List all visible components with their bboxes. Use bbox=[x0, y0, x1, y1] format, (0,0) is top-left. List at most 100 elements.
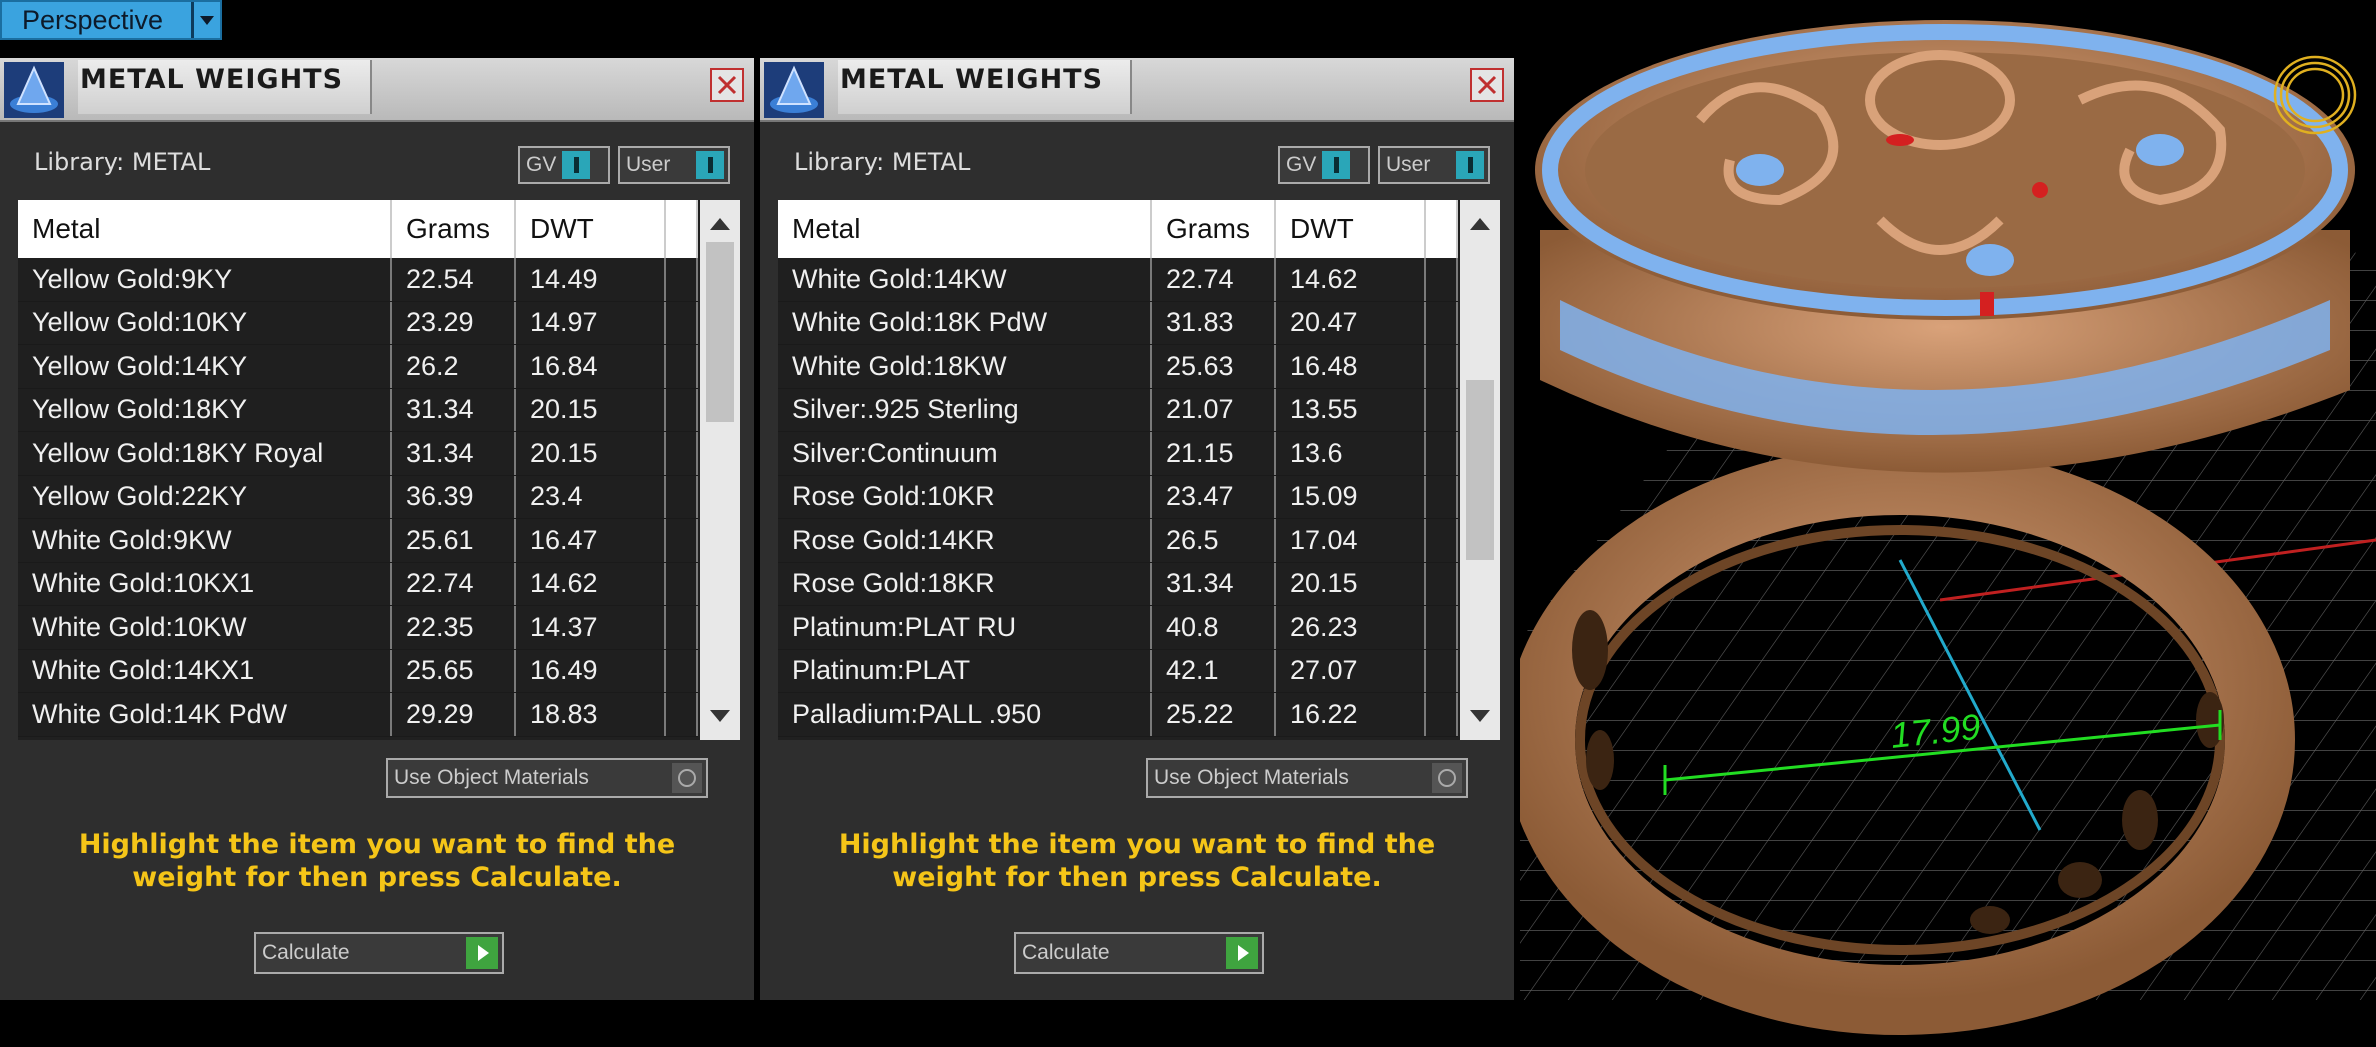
use-object-materials-toggle[interactable]: Use Object Materials bbox=[1146, 758, 1468, 798]
col-header-grams[interactable]: Grams bbox=[392, 200, 516, 258]
grams-cell: 25.22 bbox=[1152, 693, 1276, 736]
table-row[interactable]: Yellow Gold:18KY Royal 31.34 20.15 bbox=[18, 432, 698, 476]
table-row[interactable]: White Gold:10KW 22.35 14.37 bbox=[18, 606, 698, 650]
table-row[interactable]: Yellow Gold:14KY 26.2 16.84 bbox=[18, 345, 698, 389]
grams-cell: 26.2 bbox=[392, 345, 516, 388]
metal-cell: Platinum:PLAT bbox=[778, 649, 1152, 692]
table-body: White Gold:14KW 22.74 14.62 White Gold:18K … bbox=[778, 258, 1458, 737]
viewport-label-dropdown[interactable]: Perspective bbox=[0, 0, 222, 40]
dwt-cell: 16.22 bbox=[1276, 693, 1426, 736]
user-toggle[interactable]: User bbox=[1378, 146, 1490, 184]
grams-cell: 22.54 bbox=[392, 258, 516, 301]
toggle-switch-icon bbox=[562, 151, 591, 179]
grams-cell: 22.74 bbox=[392, 562, 516, 605]
panel-title: METAL WEIGHTS bbox=[78, 60, 372, 114]
metal-cell: Rose Gold:18KR bbox=[778, 562, 1152, 605]
metal-table[interactable]: Metal Grams DWT Yellow Gold:9KY 22.54 14.4… bbox=[18, 200, 740, 740]
grams-cell: 25.65 bbox=[392, 649, 516, 692]
metal-cell: Rose Gold:14KR bbox=[778, 519, 1152, 562]
user-toggle[interactable]: User bbox=[618, 146, 730, 184]
table-row[interactable]: White Gold:14KW 22.74 14.62 bbox=[778, 258, 1458, 302]
use-object-materials-label: Use Object Materials bbox=[394, 766, 589, 789]
dwt-cell: 18.83 bbox=[516, 693, 666, 736]
calculate-button[interactable]: Calculate bbox=[1014, 932, 1264, 974]
table-row[interactable]: Silver:.925 Sterling 21.07 13.55 bbox=[778, 388, 1458, 432]
table-row[interactable]: Yellow Gold:9KY 22.54 14.49 bbox=[18, 258, 698, 302]
dwt-cell: 13.55 bbox=[1276, 388, 1426, 431]
radio-icon bbox=[1432, 763, 1462, 793]
table-row[interactable]: Yellow Gold:18KY 31.34 20.15 bbox=[18, 388, 698, 432]
library-label: Library: METAL bbox=[34, 148, 211, 176]
table-scrollbar[interactable] bbox=[700, 200, 740, 740]
metal-table[interactable]: Metal Grams DWT White Gold:14KW 22.74 14.6… bbox=[778, 200, 1500, 740]
dwt-cell: 14.49 bbox=[516, 258, 666, 301]
col-header-dwt[interactable]: DWT bbox=[1276, 200, 1426, 258]
scroll-up-icon[interactable] bbox=[1470, 218, 1490, 230]
dwt-cell: 17.04 bbox=[1276, 519, 1426, 562]
metal-cell: White Gold:18KW bbox=[778, 345, 1152, 388]
scroll-thumb[interactable] bbox=[1466, 380, 1494, 560]
panel-titlebar[interactable]: METAL WEIGHTS bbox=[760, 58, 1514, 122]
table-row[interactable]: White Gold:18KW 25.63 16.48 bbox=[778, 345, 1458, 389]
col-header-metal[interactable]: Metal bbox=[18, 200, 392, 258]
dwt-cell: 14.62 bbox=[1276, 258, 1426, 301]
panel-titlebar[interactable]: METAL WEIGHTS bbox=[0, 58, 754, 122]
library-label: Library: METAL bbox=[794, 148, 971, 176]
gv-toggle-label: GV bbox=[526, 153, 557, 176]
metal-cell: White Gold:18K PdW bbox=[778, 301, 1152, 344]
table-row[interactable]: Platinum:PLAT RU 40.8 26.23 bbox=[778, 606, 1458, 650]
metal-cell: White Gold:9KW bbox=[18, 519, 392, 562]
scroll-down-icon[interactable] bbox=[710, 710, 730, 722]
table-row[interactable]: White Gold:18K PdW 31.83 20.47 bbox=[778, 301, 1458, 345]
dwt-cell: 13.6 bbox=[1276, 432, 1426, 475]
grams-cell: 21.15 bbox=[1152, 432, 1276, 475]
metal-weights-panel-2: METAL WEIGHTS Library: METAL GV User Met… bbox=[760, 58, 1514, 1000]
scroll-up-icon[interactable] bbox=[710, 218, 730, 230]
metal-cell: Platinum:PLAT RU bbox=[778, 606, 1152, 649]
viewport-label-text: Perspective bbox=[22, 4, 164, 35]
close-button[interactable] bbox=[1470, 68, 1504, 102]
dwt-cell: 26.23 bbox=[1276, 606, 1426, 649]
col-header-grams[interactable]: Grams bbox=[1152, 200, 1276, 258]
instruction-text: Highlight the item you want to find the … bbox=[78, 829, 676, 893]
table-row[interactable]: White Gold:14KX1 25.65 16.49 bbox=[18, 649, 698, 693]
col-header-metal[interactable]: Metal bbox=[778, 200, 1152, 258]
gv-toggle[interactable]: GV bbox=[518, 146, 610, 184]
dwt-cell: 14.97 bbox=[516, 301, 666, 344]
play-arrow-icon bbox=[466, 937, 498, 969]
gv-toggle[interactable]: GV bbox=[1278, 146, 1370, 184]
grams-cell: 31.83 bbox=[1152, 301, 1276, 344]
table-row[interactable]: Yellow Gold:10KY 23.29 14.97 bbox=[18, 301, 698, 345]
table-row[interactable]: Rose Gold:14KR 26.5 17.04 bbox=[778, 519, 1458, 563]
chevron-down-icon[interactable] bbox=[191, 2, 220, 38]
col-header-dwt[interactable]: DWT bbox=[516, 200, 666, 258]
user-toggle-label: User bbox=[1386, 153, 1431, 176]
use-object-materials-toggle[interactable]: Use Object Materials bbox=[386, 758, 708, 798]
metal-cell: Yellow Gold:18KY Royal bbox=[18, 432, 392, 475]
table-row[interactable]: White Gold:14K PdW 29.29 18.83 bbox=[18, 693, 698, 737]
table-row[interactable]: Rose Gold:18KR 31.34 20.15 bbox=[778, 562, 1458, 606]
table-row[interactable]: Yellow Gold:22KY 36.39 23.4 bbox=[18, 475, 698, 519]
3d-viewport[interactable]: 17.99 bbox=[1505, 0, 2376, 1043]
dwt-cell: 20.15 bbox=[516, 388, 666, 431]
grams-cell: 23.29 bbox=[392, 301, 516, 344]
calculate-label: Calculate bbox=[262, 941, 350, 964]
table-row[interactable]: Silver:Continuum 21.15 13.6 bbox=[778, 432, 1458, 476]
scroll-thumb[interactable] bbox=[706, 242, 734, 422]
table-row[interactable]: Palladium:PALL .950 25.22 16.22 bbox=[778, 693, 1458, 737]
bail-loop bbox=[2273, 55, 2357, 135]
table-row[interactable]: Rose Gold:10KR 23.47 15.09 bbox=[778, 475, 1458, 519]
scroll-down-icon[interactable] bbox=[1470, 710, 1490, 722]
dwt-cell: 20.47 bbox=[1276, 301, 1426, 344]
table-row[interactable]: White Gold:9KW 25.61 16.47 bbox=[18, 519, 698, 563]
table-body: Yellow Gold:9KY 22.54 14.49 Yellow Gold:10K… bbox=[18, 258, 698, 737]
close-icon bbox=[717, 75, 737, 95]
grams-cell: 42.1 bbox=[1152, 649, 1276, 692]
grams-cell: 31.34 bbox=[392, 388, 516, 431]
metal-cell: Yellow Gold:10KY bbox=[18, 301, 392, 344]
close-button[interactable] bbox=[710, 68, 744, 102]
table-scrollbar[interactable] bbox=[1460, 200, 1500, 740]
table-row[interactable]: Platinum:PLAT 42.1 27.07 bbox=[778, 649, 1458, 693]
table-row[interactable]: White Gold:10KX1 22.74 14.62 bbox=[18, 562, 698, 606]
calculate-button[interactable]: Calculate bbox=[254, 932, 504, 974]
